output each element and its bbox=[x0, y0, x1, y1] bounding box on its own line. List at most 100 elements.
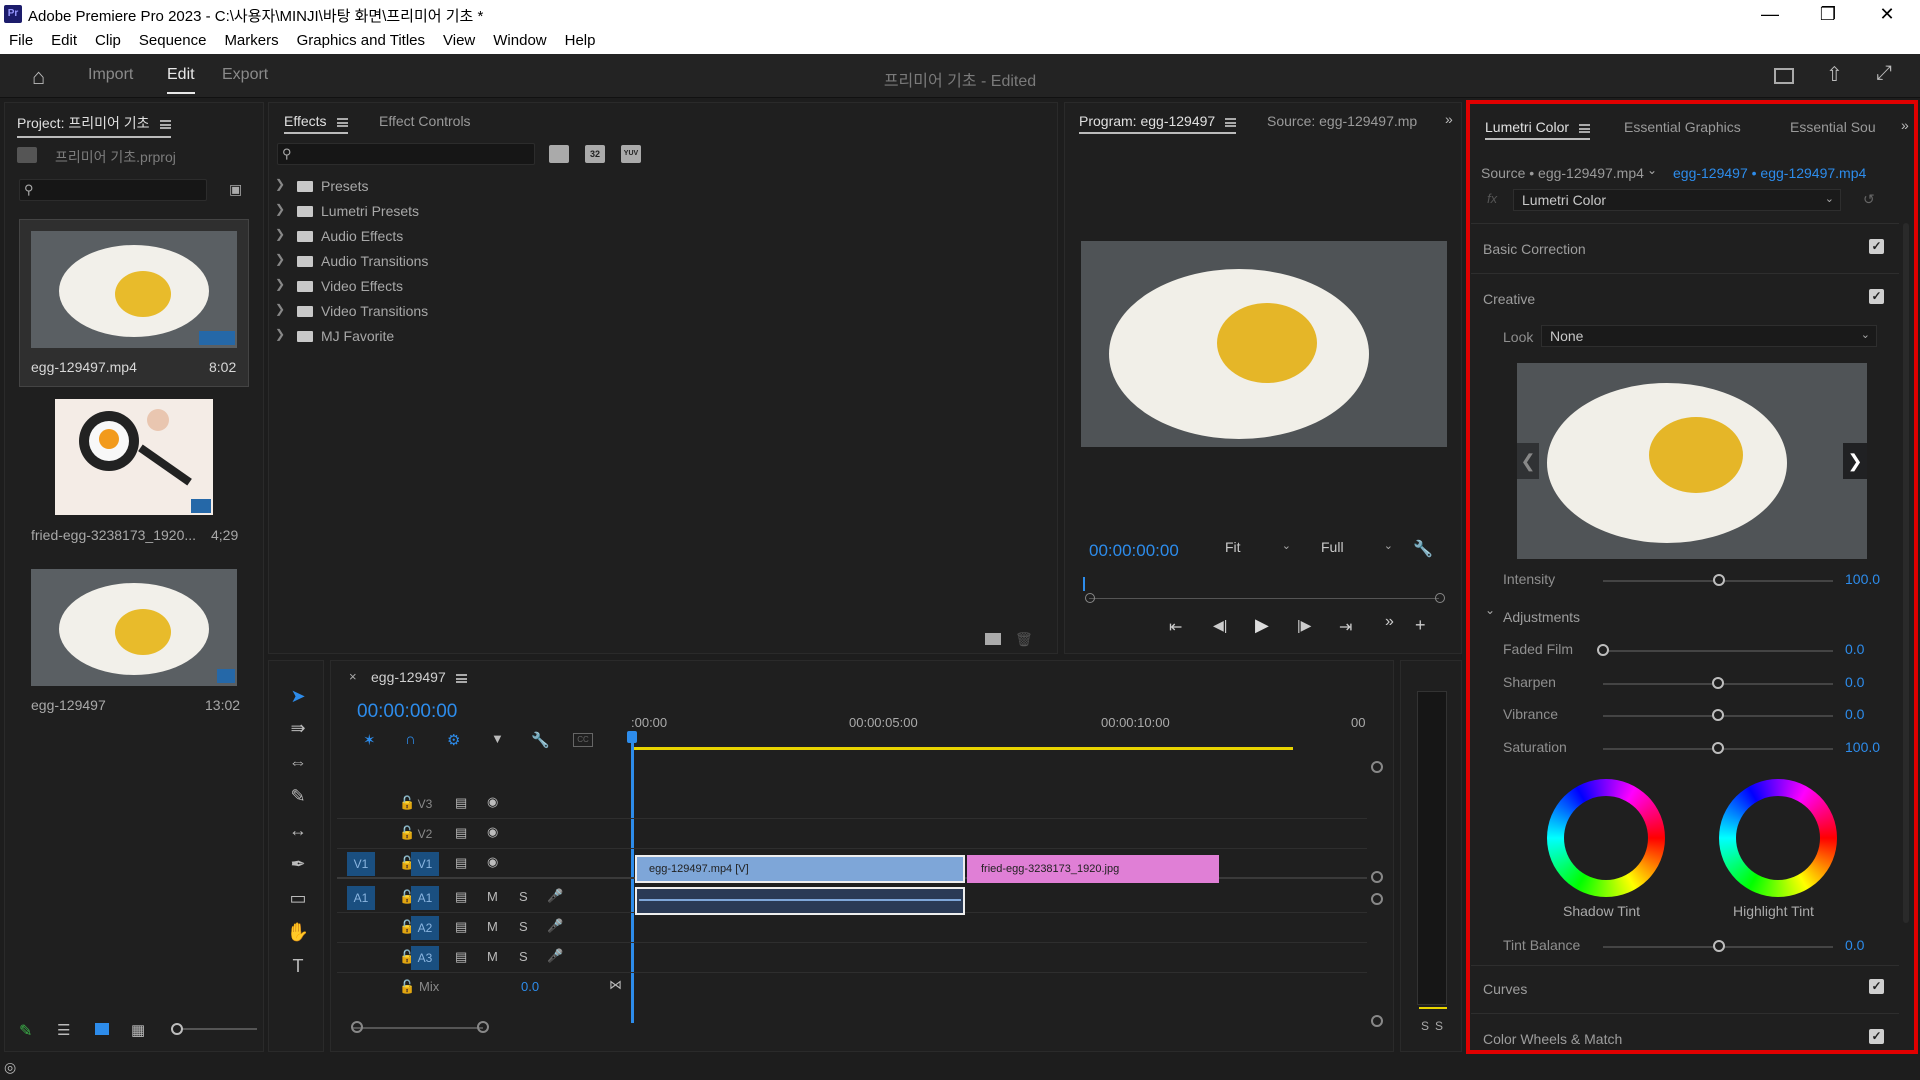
sync-lock-icon[interactable]: ▤ bbox=[455, 795, 467, 811]
track-label-v1[interactable]: V1 bbox=[411, 852, 439, 876]
program-timecode[interactable]: 00:00:00:00 bbox=[1089, 541, 1179, 561]
solo-right-button[interactable]: S bbox=[1435, 1019, 1443, 1033]
panel-menu-icon[interactable] bbox=[455, 673, 467, 683]
add-marker-icon[interactable]: ▼ bbox=[491, 731, 504, 746]
list-view-icon[interactable]: ☰ bbox=[57, 1021, 70, 1039]
mix-value[interactable]: 0.0 bbox=[521, 979, 539, 994]
adjustments-label[interactable]: Adjustments bbox=[1503, 609, 1580, 625]
effects-search-input[interactable]: ⚲ bbox=[277, 143, 535, 165]
tint-balance-value[interactable]: 0.0 bbox=[1845, 937, 1864, 953]
scroll-left-knob[interactable] bbox=[351, 1021, 363, 1033]
hand-tool-icon[interactable]: ✋ bbox=[284, 918, 312, 946]
lock-icon[interactable]: 🔓 bbox=[399, 979, 415, 995]
type-tool-icon[interactable]: T bbox=[284, 952, 312, 980]
section-basic-correction[interactable]: Basic Correction bbox=[1483, 241, 1586, 257]
scroll-right-knob[interactable] bbox=[477, 1021, 489, 1033]
section-color-wheels-match[interactable]: Color Wheels & Match bbox=[1483, 1031, 1622, 1047]
thumbnail-fried-egg-image[interactable] bbox=[55, 399, 213, 515]
track-label-v3[interactable]: V3 bbox=[411, 792, 439, 816]
saturation-value[interactable]: 100.0 bbox=[1845, 739, 1880, 755]
creative-cloud-icon[interactable]: ◎ bbox=[4, 1059, 16, 1076]
next-look-icon[interactable]: ❯ bbox=[1843, 443, 1867, 479]
intensity-slider-knob[interactable] bbox=[1713, 574, 1725, 586]
play-icon[interactable]: ▶ bbox=[1255, 615, 1269, 636]
v-scroll-knob[interactable] bbox=[1371, 1015, 1383, 1027]
zoom-fit-select[interactable]: Fit ⌄ bbox=[1217, 537, 1297, 559]
menu-markers[interactable]: Markers bbox=[215, 28, 287, 54]
nest-icon[interactable]: ✶ bbox=[363, 731, 376, 749]
sync-lock-icon[interactable]: ▤ bbox=[455, 825, 467, 841]
clip-fried-egg-image[interactable]: fried-egg-3238173_1920.jpg bbox=[967, 855, 1219, 883]
snap-icon[interactable]: ∩ bbox=[405, 731, 416, 748]
zoom-slider-knob[interactable] bbox=[171, 1023, 183, 1035]
yuv-effects-icon[interactable]: YUV bbox=[621, 145, 641, 163]
tree-item-presets[interactable]: ❯ Presets bbox=[269, 175, 1049, 197]
clip-egg-video[interactable]: egg-129497.mp4 [V] bbox=[635, 855, 965, 883]
panel-menu-icon[interactable] bbox=[1225, 117, 1237, 127]
close-sequence-icon[interactable]: × bbox=[349, 669, 357, 684]
menu-graphics[interactable]: Graphics and Titles bbox=[288, 28, 434, 54]
sharpen-knob[interactable] bbox=[1712, 677, 1724, 689]
icon-view-icon[interactable] bbox=[95, 1023, 109, 1035]
add-button-icon[interactable]: + bbox=[1415, 615, 1426, 636]
fx-icon[interactable]: fx bbox=[1487, 191, 1497, 206]
sync-lock-icon[interactable]: ▤ bbox=[455, 889, 467, 905]
freeform-view-icon[interactable]: ▦ bbox=[131, 1021, 145, 1039]
solo-button[interactable]: S bbox=[519, 919, 528, 934]
menu-help[interactable]: Help bbox=[556, 28, 605, 54]
panel-menu-icon[interactable] bbox=[159, 119, 171, 129]
track-label-v2[interactable]: V2 bbox=[411, 822, 439, 846]
minimize-icon[interactable]: — bbox=[1745, 2, 1795, 26]
faded-film-value[interactable]: 0.0 bbox=[1845, 641, 1864, 657]
tree-item-video-transitions[interactable]: ❯ Video Transitions bbox=[269, 300, 1049, 322]
track-label-a1[interactable]: A1 bbox=[411, 886, 439, 910]
project-search-input[interactable]: ⚲ bbox=[19, 179, 207, 201]
ripple-edit-tool-icon[interactable]: ⇔ bbox=[284, 748, 312, 776]
menu-clip[interactable]: Clip bbox=[86, 28, 130, 54]
accelerated-effects-icon[interactable] bbox=[549, 145, 569, 163]
mute-button[interactable]: M bbox=[487, 919, 498, 934]
v-scroll-knob[interactable] bbox=[1371, 871, 1383, 883]
chevron-down-icon[interactable]: ⌄ bbox=[1647, 163, 1657, 177]
reset-effect-icon[interactable]: ↺ bbox=[1863, 191, 1875, 208]
razor-tool-icon[interactable]: ✎ bbox=[284, 782, 312, 810]
creative-checkbox[interactable]: ✓ bbox=[1869, 289, 1884, 304]
zoom-slider[interactable] bbox=[179, 1028, 257, 1030]
tree-item-audio-transitions[interactable]: ❯ Audio Transitions bbox=[269, 250, 1049, 272]
step-forward-icon[interactable]: |▶ bbox=[1297, 617, 1311, 634]
menu-view[interactable]: View bbox=[434, 28, 484, 54]
source-clip-select[interactable]: Source • egg-129497.mp4 bbox=[1481, 165, 1644, 181]
tab-effects[interactable]: Effects bbox=[284, 113, 348, 134]
menu-edit[interactable]: Edit bbox=[42, 28, 86, 54]
track-select-tool-icon[interactable]: ⇛ bbox=[284, 714, 312, 742]
chevron-down-icon[interactable]: ⌄ bbox=[1485, 603, 1495, 617]
scrubber-start-knob[interactable] bbox=[1085, 593, 1095, 603]
new-folder-icon[interactable] bbox=[985, 633, 1001, 645]
eye-icon[interactable]: ◉ bbox=[487, 794, 498, 810]
scrubber-end-knob[interactable] bbox=[1435, 593, 1445, 603]
tab-lumetri-color[interactable]: Lumetri Color bbox=[1485, 119, 1591, 140]
tree-item-audio-effects[interactable]: ❯ Audio Effects bbox=[269, 225, 1049, 247]
write-on-icon[interactable]: ✎ bbox=[19, 1021, 32, 1041]
more-tabs-icon[interactable]: » bbox=[1445, 111, 1453, 127]
restore-icon[interactable]: ❐ bbox=[1803, 2, 1853, 26]
panel-menu-icon[interactable] bbox=[1579, 123, 1591, 133]
32bit-effects-icon[interactable]: 32 bbox=[585, 145, 605, 163]
eye-icon[interactable]: ◉ bbox=[487, 824, 498, 840]
share-icon[interactable]: ⇧ bbox=[1826, 62, 1843, 87]
tree-item-lumetri-presets[interactable]: ❯ Lumetri Presets bbox=[269, 200, 1049, 222]
sharpen-value[interactable]: 0.0 bbox=[1845, 674, 1864, 690]
quick-view-icon[interactable] bbox=[1774, 68, 1794, 84]
wrench-icon[interactable]: 🔧 bbox=[1413, 539, 1433, 559]
track-label-a2[interactable]: A2 bbox=[411, 916, 439, 940]
microphone-icon[interactable]: 🎤 bbox=[547, 918, 563, 934]
fullscreen-icon[interactable]: ⤢ bbox=[1876, 62, 1892, 85]
program-video-frame[interactable] bbox=[1081, 241, 1447, 447]
sync-lock-icon[interactable]: ▤ bbox=[455, 949, 467, 965]
timeline-horizontal-scrollbar[interactable] bbox=[353, 1027, 483, 1029]
trash-icon[interactable]: 🗑 bbox=[1015, 631, 1033, 648]
menu-sequence[interactable]: Sequence bbox=[130, 28, 216, 54]
mute-button[interactable]: M bbox=[487, 889, 498, 904]
linked-selection-icon[interactable]: ⚙ bbox=[447, 731, 460, 749]
timeline-settings-icon[interactable]: 🔧 bbox=[531, 731, 550, 749]
